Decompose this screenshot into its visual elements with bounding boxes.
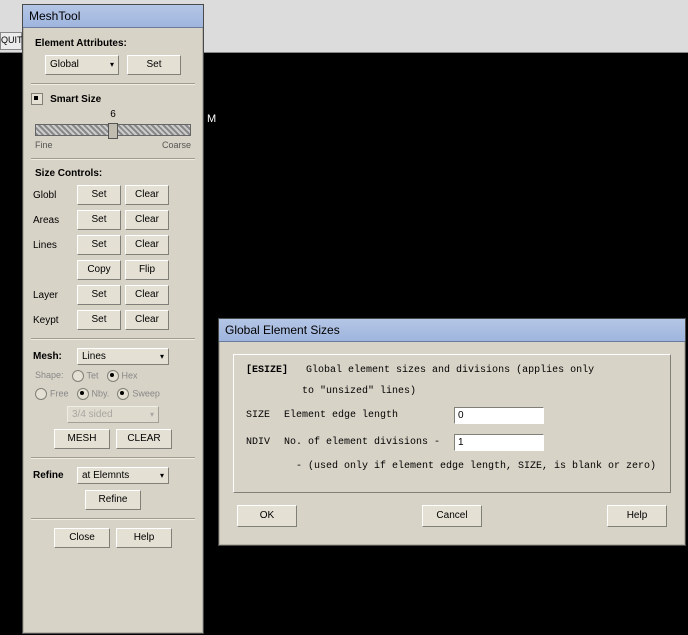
slider-fine-label: Fine: [35, 140, 53, 150]
layer-clear-button[interactable]: Clear: [125, 285, 169, 305]
esize-desc2: to "unsized" lines): [302, 386, 416, 397]
cancel-button[interactable]: Cancel: [422, 505, 482, 527]
lines-copy-button[interactable]: Copy: [77, 260, 121, 280]
areas-set-button[interactable]: Set: [77, 210, 121, 230]
quit-button[interactable]: QUIT: [0, 32, 22, 50]
meshtool-window: MeshTool Element Attributes: Global ▾ Se…: [22, 4, 204, 634]
sided-dropdown[interactable]: 3/4 sided ▾: [67, 406, 159, 423]
shape-tet-label: Tet: [87, 370, 99, 380]
globl-label: Globl: [31, 190, 73, 201]
divider: [31, 158, 195, 160]
global-element-sizes-dialog: Global Element Sizes [ESIZE] Global elem…: [218, 318, 686, 546]
help-button[interactable]: Help: [116, 528, 172, 548]
clear-mesh-button[interactable]: CLEAR: [116, 429, 172, 449]
shape-label: Shape:: [35, 370, 64, 382]
esize-tag: [ESIZE]: [246, 365, 288, 376]
mesh-dropdown-label: Lines: [82, 351, 106, 362]
sweep-label: Sweep: [132, 388, 160, 398]
refine-at-dropdown[interactable]: at Elemnts ▾: [77, 467, 169, 484]
size-controls-label: Size Controls:: [35, 168, 195, 179]
chevron-down-icon: ▾: [110, 58, 114, 72]
chevron-down-icon: ▾: [160, 352, 164, 361]
shape-hex-label: Hex: [122, 370, 138, 380]
ges-help-button[interactable]: Help: [607, 505, 667, 527]
lines-set-button[interactable]: Set: [77, 235, 121, 255]
chevron-down-icon: ▾: [150, 410, 154, 419]
ea-set-button[interactable]: Set: [127, 55, 181, 75]
mapped-radio[interactable]: [77, 388, 89, 400]
divider: [31, 83, 195, 85]
mesh-label: Mesh:: [31, 351, 73, 362]
layer-set-button[interactable]: Set: [77, 285, 121, 305]
divider: [31, 518, 195, 520]
refine-dropdown-label: at Elemnts: [82, 470, 129, 481]
smart-size-checkbox[interactable]: [31, 93, 43, 105]
stray-text: M: [207, 113, 216, 125]
element-attributes-dropdown[interactable]: Global ▾: [45, 55, 119, 75]
divider: [31, 457, 195, 459]
ea-dropdown-label: Global: [50, 58, 79, 72]
ges-note: - (used only if element edge length, SIZ…: [296, 461, 656, 472]
layer-label: Layer: [31, 290, 73, 301]
mesh-type-dropdown[interactable]: Lines ▾: [77, 348, 169, 365]
free-label: Free: [50, 388, 69, 398]
slider-thumb[interactable]: [108, 123, 118, 139]
keypt-clear-button[interactable]: Clear: [125, 310, 169, 330]
shape-hex-radio[interactable]: [107, 370, 119, 382]
keypt-set-button[interactable]: Set: [77, 310, 121, 330]
smart-size-value: 6: [31, 109, 195, 120]
lines-flip-button[interactable]: Flip: [125, 260, 169, 280]
mapped-label: Nby.: [92, 388, 110, 398]
sided-dropdown-label: 3/4 sided: [72, 409, 113, 420]
mesh-button[interactable]: MESH: [54, 429, 110, 449]
areas-clear-button[interactable]: Clear: [125, 210, 169, 230]
element-attributes-label: Element Attributes:: [35, 38, 195, 49]
free-radio[interactable]: [35, 388, 47, 400]
lines-label: Lines: [31, 240, 73, 251]
ndiv-label: NDIV: [246, 437, 284, 448]
areas-label: Areas: [31, 215, 73, 226]
ges-title: Global Element Sizes: [225, 323, 679, 337]
slider-coarse-label: Coarse: [162, 140, 191, 150]
keypt-label: Keypt: [31, 315, 73, 326]
ndiv-desc: No. of element divisions -: [284, 437, 454, 448]
lines-clear-button[interactable]: Clear: [125, 235, 169, 255]
esize-desc: Global element sizes and divisions (appl…: [306, 365, 594, 376]
smart-size-label: Smart Size: [50, 94, 101, 105]
smart-size-slider[interactable]: [35, 124, 191, 136]
refine-label: Refine: [31, 470, 73, 481]
size-desc: Element edge length: [284, 410, 454, 421]
ok-button[interactable]: OK: [237, 505, 297, 527]
shape-tet-radio[interactable]: [72, 370, 84, 382]
ndiv-input[interactable]: [454, 434, 544, 451]
ges-titlebar[interactable]: Global Element Sizes: [219, 319, 685, 342]
divider: [31, 338, 195, 340]
sweep-radio[interactable]: [117, 388, 129, 400]
ges-fieldset: [ESIZE] Global element sizes and divisio…: [233, 354, 671, 493]
close-button[interactable]: Close: [54, 528, 110, 548]
chevron-down-icon: ▾: [160, 471, 164, 480]
refine-button[interactable]: Refine: [85, 490, 141, 510]
size-label: SIZE: [246, 410, 284, 421]
size-input[interactable]: [454, 407, 544, 424]
globl-set-button[interactable]: Set: [77, 185, 121, 205]
meshtool-title: MeshTool: [29, 9, 197, 23]
globl-clear-button[interactable]: Clear: [125, 185, 169, 205]
meshtool-titlebar[interactable]: MeshTool: [23, 5, 203, 28]
